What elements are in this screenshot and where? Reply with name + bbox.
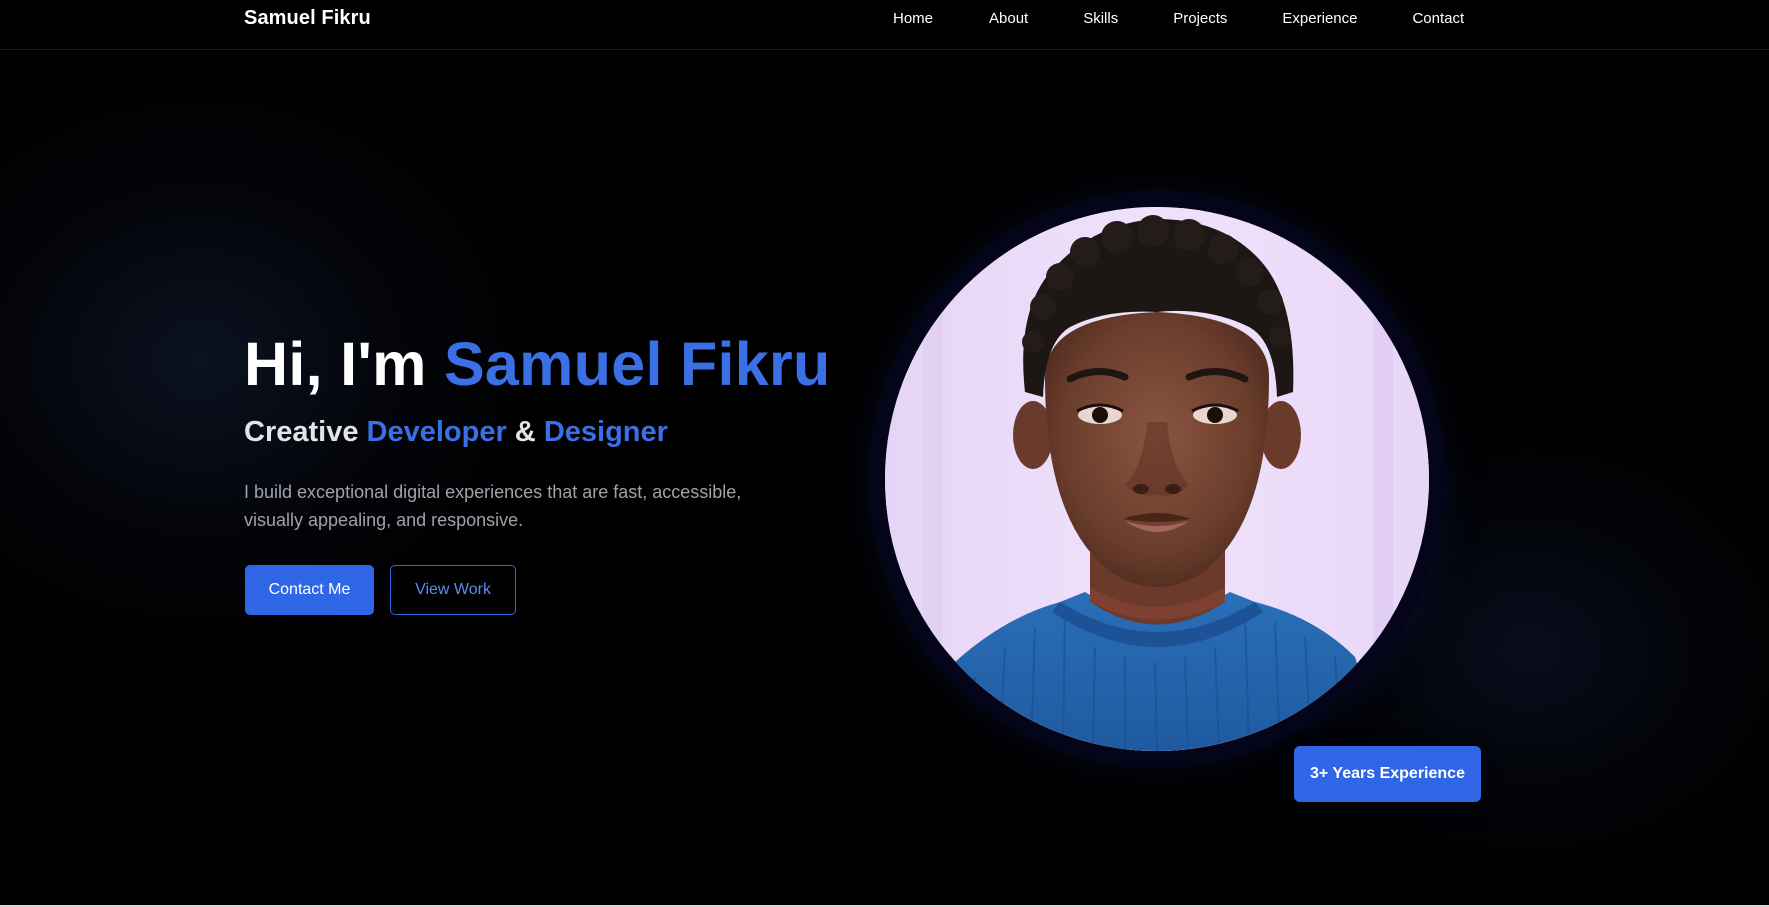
hero-subtitle: Creative Developer & Designer	[244, 418, 668, 447]
hero-greeting: Hi, I'm	[244, 330, 444, 398]
subtitle-developer: Developer	[366, 416, 507, 448]
subtitle-prefix: Creative	[244, 416, 367, 448]
navbar: Samuel Fikru Home About Skills Projects …	[0, 0, 1769, 50]
view-work-button[interactable]: View Work	[390, 565, 516, 615]
brand-logo[interactable]: Samuel Fikru	[244, 7, 371, 30]
profile-photo	[885, 207, 1429, 751]
nav-link-projects[interactable]: Projects	[1173, 10, 1227, 27]
contact-me-button[interactable]: Contact Me	[245, 565, 374, 615]
hero-title: Hi, I'm Samuel Fikru	[244, 334, 831, 395]
subtitle-ampersand: &	[506, 416, 544, 448]
hero-description: I build exceptional digital experiences …	[244, 482, 742, 530]
page: Samuel Fikru Home About Skills Projects …	[0, 0, 1769, 907]
nav-link-experience[interactable]: Experience	[1282, 10, 1357, 27]
nav-link-home[interactable]: Home	[893, 10, 933, 27]
nav-link-skills[interactable]: Skills	[1083, 10, 1118, 27]
experience-badge: 3+ Years Experience	[1294, 746, 1481, 802]
nav-link-about[interactable]: About	[989, 10, 1028, 27]
nav-link-contact[interactable]: Contact	[1412, 10, 1464, 27]
hero-name: Samuel Fikru	[443, 330, 831, 398]
nav-links: Home About Skills Projects Experience Co…	[893, 10, 1464, 27]
subtitle-designer: Designer	[543, 416, 668, 448]
